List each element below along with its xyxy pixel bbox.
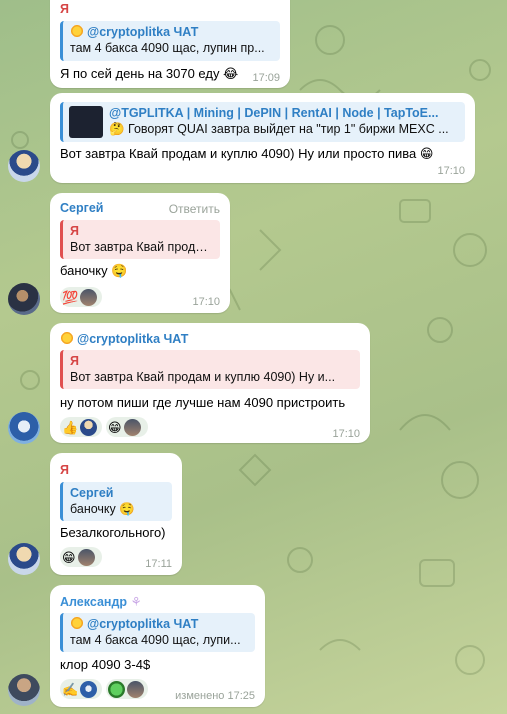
avatar[interactable] bbox=[8, 150, 40, 182]
reaction-chip[interactable] bbox=[106, 679, 148, 699]
sun-icon bbox=[70, 24, 84, 38]
grinning-face-icon: 😁 bbox=[108, 419, 122, 435]
reactor-avatar bbox=[80, 418, 98, 436]
quote-text: Вот завтра Квай продам... bbox=[70, 240, 214, 254]
sender-name[interactable]: @cryptoplitka ЧАТ bbox=[60, 331, 188, 346]
reply-quote[interactable]: @cryptoplitka ЧАТ там 4 баксa 4090 щас, … bbox=[60, 613, 255, 652]
message-time: 17:11 bbox=[145, 558, 172, 570]
reaction-chip[interactable]: 😁 bbox=[106, 417, 148, 437]
forwarded-quote[interactable]: @TGPLITKA | Mining | DePIN | RentAI | No… bbox=[60, 102, 465, 142]
reaction-chip[interactable]: 😁 bbox=[60, 547, 102, 567]
quote-text: 🤔 Говорят QUAI завтра выйдет на "тир 1" … bbox=[109, 122, 449, 136]
hundred-points-icon: 💯 bbox=[62, 289, 79, 305]
reply-button[interactable]: Ответить bbox=[169, 202, 220, 216]
message-bubble[interactable]: Я @cryptoplitka ЧАТ там 4 баксa 4090 щас… bbox=[50, 0, 290, 88]
reply-quote[interactable]: Я Вот завтра Квай продам... bbox=[60, 220, 220, 259]
quote-author: Сергей bbox=[70, 486, 114, 500]
message-time: 17:10 bbox=[332, 428, 360, 440]
sun-icon bbox=[70, 616, 84, 630]
avatar[interactable] bbox=[8, 543, 40, 575]
quote-author: Я bbox=[70, 354, 79, 368]
reaction-chip[interactable]: 👍 bbox=[60, 417, 102, 437]
channel-thumbnail bbox=[69, 106, 103, 138]
message-bubble[interactable]: Сергей Ответить Я Вот завтра Квай продам… bbox=[50, 193, 230, 313]
quote-author: Я bbox=[70, 224, 79, 238]
message-text: клор 4090 3-4$ bbox=[60, 657, 151, 672]
message-time: изменено 17:25 bbox=[175, 690, 255, 702]
message-text: баночку 🤤 bbox=[60, 263, 128, 278]
reply-quote[interactable]: @cryptoplitka ЧАТ там 4 баксa 4090 щас, … bbox=[60, 21, 280, 61]
quote-text: там 4 баксa 4090 щас, лупи... bbox=[70, 633, 241, 647]
quote-author: @TGPLITKA | Mining | DePIN | RentAI | No… bbox=[109, 106, 439, 120]
reply-quote[interactable]: Сергей баночку 🤤 bbox=[60, 482, 172, 521]
alien-sticker-icon bbox=[108, 680, 125, 698]
avatar[interactable] bbox=[8, 674, 40, 706]
reactor-avatar bbox=[123, 418, 141, 436]
sun-icon bbox=[60, 331, 74, 345]
message-text: Вот завтра Квай продам и куплю 4090) Ну … bbox=[60, 146, 434, 161]
reactor-avatar bbox=[80, 680, 98, 698]
reply-quote[interactable]: Я Вот завтра Квай продам и куплю 4090) Н… bbox=[60, 350, 360, 389]
reaction-chip[interactable]: 💯 bbox=[60, 287, 102, 307]
message-text: Я по сей день на 3070 еду 😂 bbox=[60, 66, 239, 81]
message-bubble[interactable]: Александр ⚘ @cryptoplitka ЧАТ там 4 бакс… bbox=[50, 585, 265, 707]
thumbs-up-icon: 👍 bbox=[62, 419, 79, 435]
sparkle-icon: ⚘ bbox=[130, 595, 142, 609]
quote-text: Вот завтра Квай продам и куплю 4090) Ну … bbox=[70, 370, 336, 384]
avatar[interactable] bbox=[8, 412, 40, 444]
quote-text: баночку 🤤 bbox=[70, 502, 135, 516]
reactor-avatar bbox=[80, 288, 98, 306]
reactor-avatar bbox=[127, 680, 144, 698]
message-bubble[interactable]: Я Сергей баночку 🤤 Безалкогольного) 😁 17… bbox=[50, 453, 182, 575]
message-time: 17:09 bbox=[252, 72, 280, 84]
reactor-avatar bbox=[77, 548, 95, 566]
quote-text: там 4 баксa 4090 щас, лупин пр... bbox=[70, 41, 265, 55]
grinning-face-icon: 😁 bbox=[62, 549, 76, 565]
quote-author: @cryptoplitka ЧАТ bbox=[87, 617, 199, 631]
message-time: 17:10 bbox=[437, 165, 465, 177]
sender-name[interactable]: Я bbox=[60, 463, 69, 477]
sender-name[interactable]: Александр ⚘ bbox=[60, 594, 142, 609]
message-bubble[interactable]: @cryptoplitka ЧАТ Я Вот завтра Квай прод… bbox=[50, 323, 370, 443]
message-text: Безалкогольного) bbox=[60, 525, 166, 540]
sender-name[interactable]: Сергей bbox=[60, 201, 103, 215]
sender-name[interactable]: Я bbox=[60, 2, 69, 16]
writing-hand-icon: ✍️ bbox=[62, 681, 79, 697]
avatar[interactable] bbox=[8, 283, 40, 315]
message-text: ну потом пиши где лучше нам 4090 пристро… bbox=[60, 395, 346, 410]
quote-author: @cryptoplitka ЧАТ bbox=[87, 25, 199, 39]
reaction-chip[interactable]: ✍️ bbox=[60, 679, 102, 699]
message-time: 17:10 bbox=[192, 296, 220, 308]
message-bubble[interactable]: @TGPLITKA | Mining | DePIN | RentAI | No… bbox=[50, 93, 475, 183]
